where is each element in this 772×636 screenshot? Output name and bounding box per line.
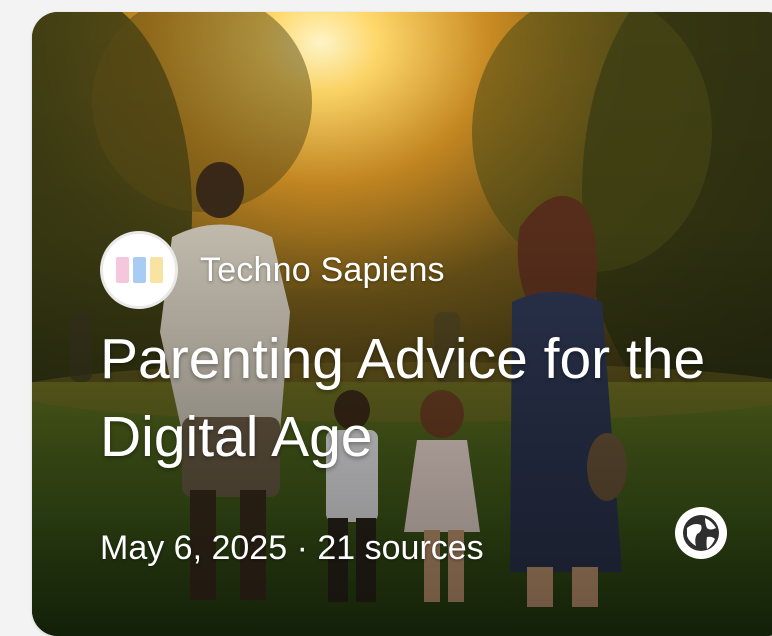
source-logo	[100, 231, 178, 309]
logo-bar-blue	[132, 257, 146, 283]
notebook-card[interactable]: Techno Sapiens Parenting Advice for the …	[32, 12, 772, 636]
meta-separator: ·	[296, 529, 308, 567]
source-name: Techno Sapiens	[200, 250, 445, 289]
globe-icon	[672, 504, 730, 562]
notebook-meta: May 6, 2025 · 21 sources	[100, 529, 484, 568]
logo-bar-pink	[115, 257, 129, 283]
logo-bar-yellow	[149, 257, 163, 283]
source-row: Techno Sapiens	[100, 231, 445, 309]
sources-count: 21 sources	[317, 529, 484, 567]
notebook-title: Parenting Advice for the Digital Age	[100, 327, 706, 469]
notebook-date: May 6, 2025	[100, 529, 288, 567]
